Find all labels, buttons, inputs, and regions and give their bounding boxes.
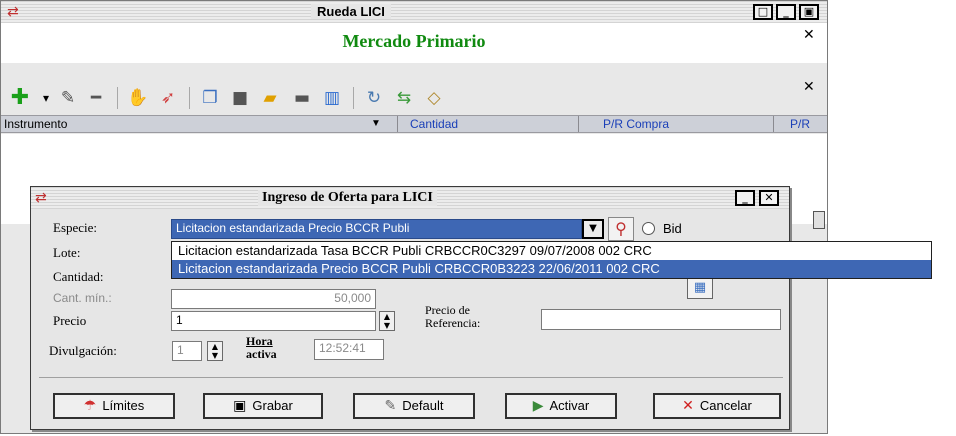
main-title-bar[interactable]: ⇄ Rueda LICI □ _ ▣: [1, 1, 827, 23]
transfer-icon[interactable]: ⇆: [393, 87, 415, 109]
precio-referencia-field[interactable]: [541, 309, 781, 330]
activar-button[interactable]: ▶ Activar: [505, 393, 617, 419]
minimize-window-button[interactable]: _: [776, 4, 796, 20]
especie-dropdown-list: Licitacion estandarizada Tasa BCCR Publi…: [171, 241, 932, 279]
precio-field[interactable]: 1: [171, 311, 376, 331]
dialog-close-button[interactable]: ✕: [759, 190, 779, 206]
folder-icon[interactable]: ■: [229, 87, 251, 109]
dialog-separator: [39, 377, 783, 378]
dialog-title: Ingreso de Oferta para LICI: [258, 190, 437, 206]
especie-dropdown-button[interactable]: ▼: [582, 219, 604, 239]
especie-select[interactable]: Licitacion estandarizada Precio BCCR Pub…: [171, 219, 582, 239]
column-label: Instrumento: [4, 117, 68, 131]
dropdown-arrow-icon[interactable]: ▾: [35, 87, 57, 109]
add-icon[interactable]: ✚: [9, 87, 31, 109]
search-icon[interactable]: ⚲: [608, 217, 634, 241]
tag-icon[interactable]: ◇: [423, 87, 445, 109]
default-button[interactable]: ✎ Default: [353, 393, 475, 419]
cantidad-label: Cantidad:: [53, 269, 104, 284]
cant-min-label: Cant. mín.:: [53, 291, 112, 305]
screen-icon[interactable]: ▬: [291, 87, 313, 109]
column-instrumento[interactable]: Instrumento ▼: [1, 116, 398, 132]
column-pr-compra[interactable]: P/R Compra: [579, 116, 774, 132]
toolbar: ✚ ▾ ✎ ━ ✋ ➶ ❐ ■ ▰ ▬ ▥ ↻ ⇆ ◇ ✕: [1, 79, 827, 115]
activar-label: Activar: [549, 398, 590, 413]
chart-icon[interactable]: ▥: [321, 87, 343, 109]
dialog-title-bar[interactable]: ⇄ Ingreso de Oferta para LICI _ ✕: [31, 187, 789, 209]
toolbar-separator: [353, 87, 354, 109]
chevron-down-icon[interactable]: ▼: [371, 116, 381, 132]
dialog-app-icon: ⇄: [35, 190, 47, 206]
maximize-window-button[interactable]: ▣: [799, 4, 819, 20]
dropdown-option[interactable]: Licitacion estandarizada Tasa BCCR Publi…: [172, 242, 931, 260]
save-icon: ▣: [233, 398, 247, 414]
pencil-icon[interactable]: ✎: [57, 87, 79, 109]
divulgacion-field[interactable]: 1: [172, 341, 202, 361]
cant-min-field: 50,000: [171, 289, 376, 309]
cancel-icon: ✕: [682, 398, 694, 414]
close-panel-icon[interactable]: ✕: [803, 27, 815, 43]
bid-label: Bid: [663, 221, 682, 236]
dropdown-option-selected[interactable]: Licitacion estandarizada Precio BCCR Pub…: [172, 260, 931, 278]
market-title: Mercado Primario: [342, 31, 486, 51]
divulgacion-label: Divulgación:: [49, 343, 117, 358]
pencil-icon: ✎: [384, 398, 397, 414]
limites-label: Límites: [102, 398, 145, 413]
divulgacion-spinner[interactable]: ▲ ▼: [207, 341, 223, 361]
bar-icon[interactable]: ▰: [259, 87, 281, 109]
default-label: Default: [402, 398, 444, 413]
grid-header: Instrumento ▼ Cantidad P/R Compra P/R: [1, 115, 827, 133]
hora-activa-field: 12:52:41: [314, 339, 384, 360]
cancelar-button[interactable]: ✕ Cancelar: [653, 393, 781, 419]
windows-icon[interactable]: ❐: [199, 87, 221, 109]
hora-activa-label-2: activa: [246, 347, 277, 361]
especie-label: Especie:: [53, 220, 98, 235]
toolbar-separator: [189, 87, 190, 109]
main-window-title: Rueda LICI: [311, 4, 391, 19]
grabar-button[interactable]: ▣ Grabar: [203, 393, 323, 419]
dialog-minimize-button[interactable]: _: [735, 190, 755, 206]
precio-spinner[interactable]: ▲ ▼: [379, 311, 395, 331]
remove-icon[interactable]: ━: [85, 87, 107, 109]
handshake-icon[interactable]: ✋: [127, 87, 149, 109]
refresh-icon[interactable]: ↻: [363, 87, 385, 109]
rocket-icon[interactable]: ➶: [157, 87, 179, 109]
lote-label: Lote:: [53, 245, 81, 260]
market-header: Mercado Primario ✕: [1, 23, 827, 63]
cancelar-label: Cancelar: [699, 398, 752, 413]
app-icon: ⇄: [7, 4, 19, 20]
column-pr[interactable]: P/R: [774, 116, 827, 132]
close-toolbar-icon[interactable]: ✕: [803, 79, 815, 95]
column-cantidad[interactable]: Cantidad: [398, 116, 579, 132]
calendar-icon[interactable]: ▦: [687, 277, 713, 299]
grid-scrollbar[interactable]: [813, 211, 825, 229]
bid-radio[interactable]: [642, 222, 655, 235]
umbrella-icon: ☂: [83, 398, 97, 414]
limites-button[interactable]: ☂ Límites: [53, 393, 175, 419]
precio-label: Precio: [53, 313, 87, 328]
offer-dialog: ⇄ Ingreso de Oferta para LICI _ ✕ Especi…: [30, 186, 790, 430]
toolbar-separator: [117, 87, 118, 109]
grabar-label: Grabar: [252, 398, 293, 413]
activate-icon: ▶: [532, 398, 544, 414]
restore-window-button[interactable]: □: [753, 4, 773, 20]
precio-referencia-label-2: Referencia:: [425, 316, 481, 330]
